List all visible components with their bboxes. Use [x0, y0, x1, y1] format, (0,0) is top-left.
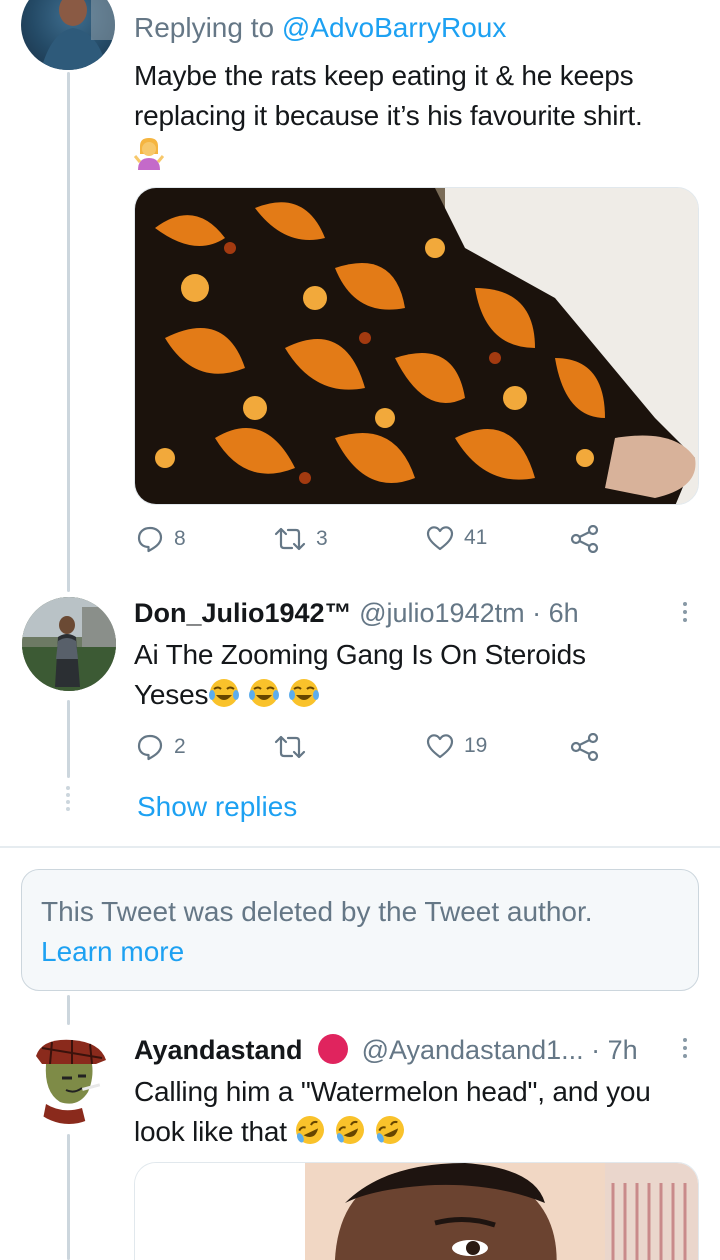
thread-line — [67, 1134, 70, 1260]
thread-line — [67, 700, 70, 778]
tweet-text-line: Maybe the rats keep eating it & he keeps — [134, 60, 634, 91]
reply-icon — [137, 734, 163, 761]
tweet-text: Maybe the rats keep eating it & he keeps… — [133, 56, 643, 176]
tweet-text-line: Ai The Zooming Gang Is On Steroids — [134, 639, 586, 670]
share-icon — [570, 733, 599, 761]
reply-count: 8 — [174, 527, 186, 550]
tweet-text: Ai The Zooming Gang Is On Steroids Yeses — [134, 635, 586, 715]
retweet-count: 3 — [316, 527, 328, 550]
learn-more-link[interactable]: Learn more — [41, 932, 698, 972]
handle-and-time: @julio1942tm · 6h — [359, 598, 579, 628]
red-circle-badge-icon — [318, 1034, 349, 1064]
tweet-media-image[interactable] — [134, 187, 699, 505]
tweet-text-fragment: Yeses — [134, 679, 209, 710]
tweet-text-line: Yeses — [134, 675, 586, 715]
share-icon — [570, 525, 599, 553]
tweet-media-image[interactable] — [134, 1162, 699, 1260]
display-name[interactable]: Don_Julio1942™ — [134, 598, 352, 628]
retweet-icon — [274, 735, 306, 759]
retweet-button[interactable] — [274, 733, 316, 761]
tweet-text-fragment: look like that — [134, 1116, 287, 1147]
replying-to-handle-link[interactable]: @AdvoBarryRoux — [282, 12, 507, 43]
handle-and-time: @Ayandastand1... · 7h — [361, 1035, 638, 1065]
share-button[interactable] — [570, 733, 600, 761]
avatar[interactable] — [21, 0, 115, 70]
like-count: 41 — [464, 526, 488, 549]
retweet-icon — [274, 527, 306, 551]
tweet-header: Don_Julio1942™ @julio1942tm · 6h — [134, 594, 579, 632]
reply-icon — [137, 526, 163, 553]
show-replies-link[interactable]: Show replies — [137, 787, 297, 827]
patterned-shirt-photo-icon — [135, 188, 698, 504]
tweet-text-line: look like that — [134, 1112, 651, 1152]
replying-to: Replying to @AdvoBarryRoux — [134, 8, 506, 48]
replying-to-label: Replying to — [134, 12, 275, 43]
heart-icon — [426, 734, 454, 759]
more-options-icon[interactable] — [683, 1038, 689, 1062]
thread-collapsed-dots — [66, 786, 71, 814]
thread-line — [67, 995, 70, 1025]
reply-button[interactable]: 8 — [136, 525, 186, 553]
display-name[interactable]: Ayandastand — [134, 1035, 303, 1065]
like-count: 19 — [464, 734, 488, 757]
avatar[interactable] — [22, 1030, 116, 1124]
like-button[interactable]: 41 — [426, 525, 487, 551]
avatar-cartoon-icon — [36, 1039, 106, 1124]
tweet-actions: 8 3 41 — [134, 525, 614, 565]
avatar-photo — [41, 0, 115, 70]
tweet-header: Ayandastand @Ayandastand1... · 7h — [134, 1031, 638, 1069]
share-button[interactable] — [570, 525, 600, 553]
like-button[interactable]: 19 — [426, 733, 487, 759]
deleted-notice-text: This Tweet was deleted by the Tweet auth… — [41, 896, 593, 927]
shrug-emoji-icon — [133, 136, 643, 176]
reply-count: 2 — [174, 735, 186, 758]
avatar-photo — [22, 597, 116, 691]
section-divider — [0, 846, 720, 848]
tweet-actions: 2 19 — [134, 733, 614, 773]
selfie-photo-icon — [135, 1163, 698, 1260]
reply-button[interactable]: 2 — [136, 733, 186, 761]
thread-line — [67, 72, 70, 592]
tears-of-joy-emoji-icon — [208, 679, 322, 710]
heart-icon — [426, 526, 454, 551]
retweet-button[interactable]: 3 — [274, 525, 328, 553]
more-options-icon[interactable] — [683, 602, 689, 626]
tweet-text-line: replacing it because it’s his favourite … — [134, 100, 643, 131]
tweet-text-line: Calling him a "Watermelon head", and you — [134, 1076, 651, 1107]
tweet-text: Calling him a "Watermelon head", and you… — [134, 1072, 651, 1152]
avatar[interactable] — [22, 597, 116, 691]
rolling-on-floor-laughing-emoji-icon — [294, 1116, 408, 1147]
deleted-tweet-notice: This Tweet was deleted by the Tweet auth… — [21, 869, 699, 991]
